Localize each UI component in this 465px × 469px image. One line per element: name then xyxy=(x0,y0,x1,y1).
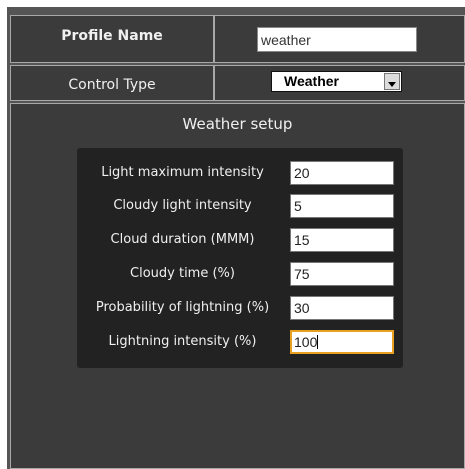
form-row-light-max-intensity: Light maximum intensity 20 xyxy=(77,158,403,188)
cloudy-light-intensity-input[interactable]: 5 xyxy=(290,194,394,218)
dropdown-arrow-button[interactable] xyxy=(384,73,400,90)
control-type-label: Control Type xyxy=(68,77,156,93)
cloudy-light-intensity-label: Cloudy light intensity xyxy=(113,198,252,213)
control-type-label-cell: Control Type xyxy=(10,65,214,101)
form-row-cloud-duration: Cloud duration (MMM) 15 xyxy=(77,225,403,255)
lightning-probability-label: Probability of lightning (%) xyxy=(95,300,270,315)
control-type-select[interactable]: Weather xyxy=(271,71,402,92)
weather-setup-form: Light maximum intensity 20 Cloudy light … xyxy=(77,148,403,368)
lightning-intensity-input[interactable]: 100 xyxy=(290,330,394,354)
cloud-duration-label: Cloud duration (MMM) xyxy=(110,232,255,247)
lightning-intensity-label: Lightning intensity (%) xyxy=(108,334,257,349)
form-row-lightning-intensity: Lightning intensity (%) 100 xyxy=(77,327,403,357)
text-caret xyxy=(317,335,319,349)
control-type-selected-value: Weather xyxy=(284,73,339,89)
light-max-intensity-input[interactable]: 20 xyxy=(290,161,394,185)
cloud-duration-input[interactable]: 15 xyxy=(290,228,394,252)
settings-window: Profile Name Control Type weather Weathe… xyxy=(7,7,465,469)
profile-name-label: Profile Name xyxy=(61,28,163,44)
light-max-intensity-label: Light maximum intensity xyxy=(101,165,264,180)
profile-name-label-cell: Profile Name xyxy=(10,15,214,63)
form-row-cloudy-light-intensity: Cloudy light intensity 5 xyxy=(77,191,403,221)
weather-setup-title: Weather setup xyxy=(182,115,293,133)
weather-setup-panel: Weather setup Light maximum intensity 20… xyxy=(10,103,465,469)
chevron-down-icon xyxy=(388,82,396,87)
form-row-cloudy-time: Cloudy time (%) 75 xyxy=(77,259,403,289)
lightning-intensity-value: 100 xyxy=(294,334,318,350)
cloudy-time-label: Cloudy time (%) xyxy=(130,266,235,281)
lightning-probability-input[interactable]: 30 xyxy=(290,296,394,320)
cloudy-time-input[interactable]: 75 xyxy=(290,262,394,286)
form-row-lightning-probability: Probability of lightning (%) 30 xyxy=(77,293,403,323)
profile-name-input[interactable]: weather xyxy=(257,27,417,52)
